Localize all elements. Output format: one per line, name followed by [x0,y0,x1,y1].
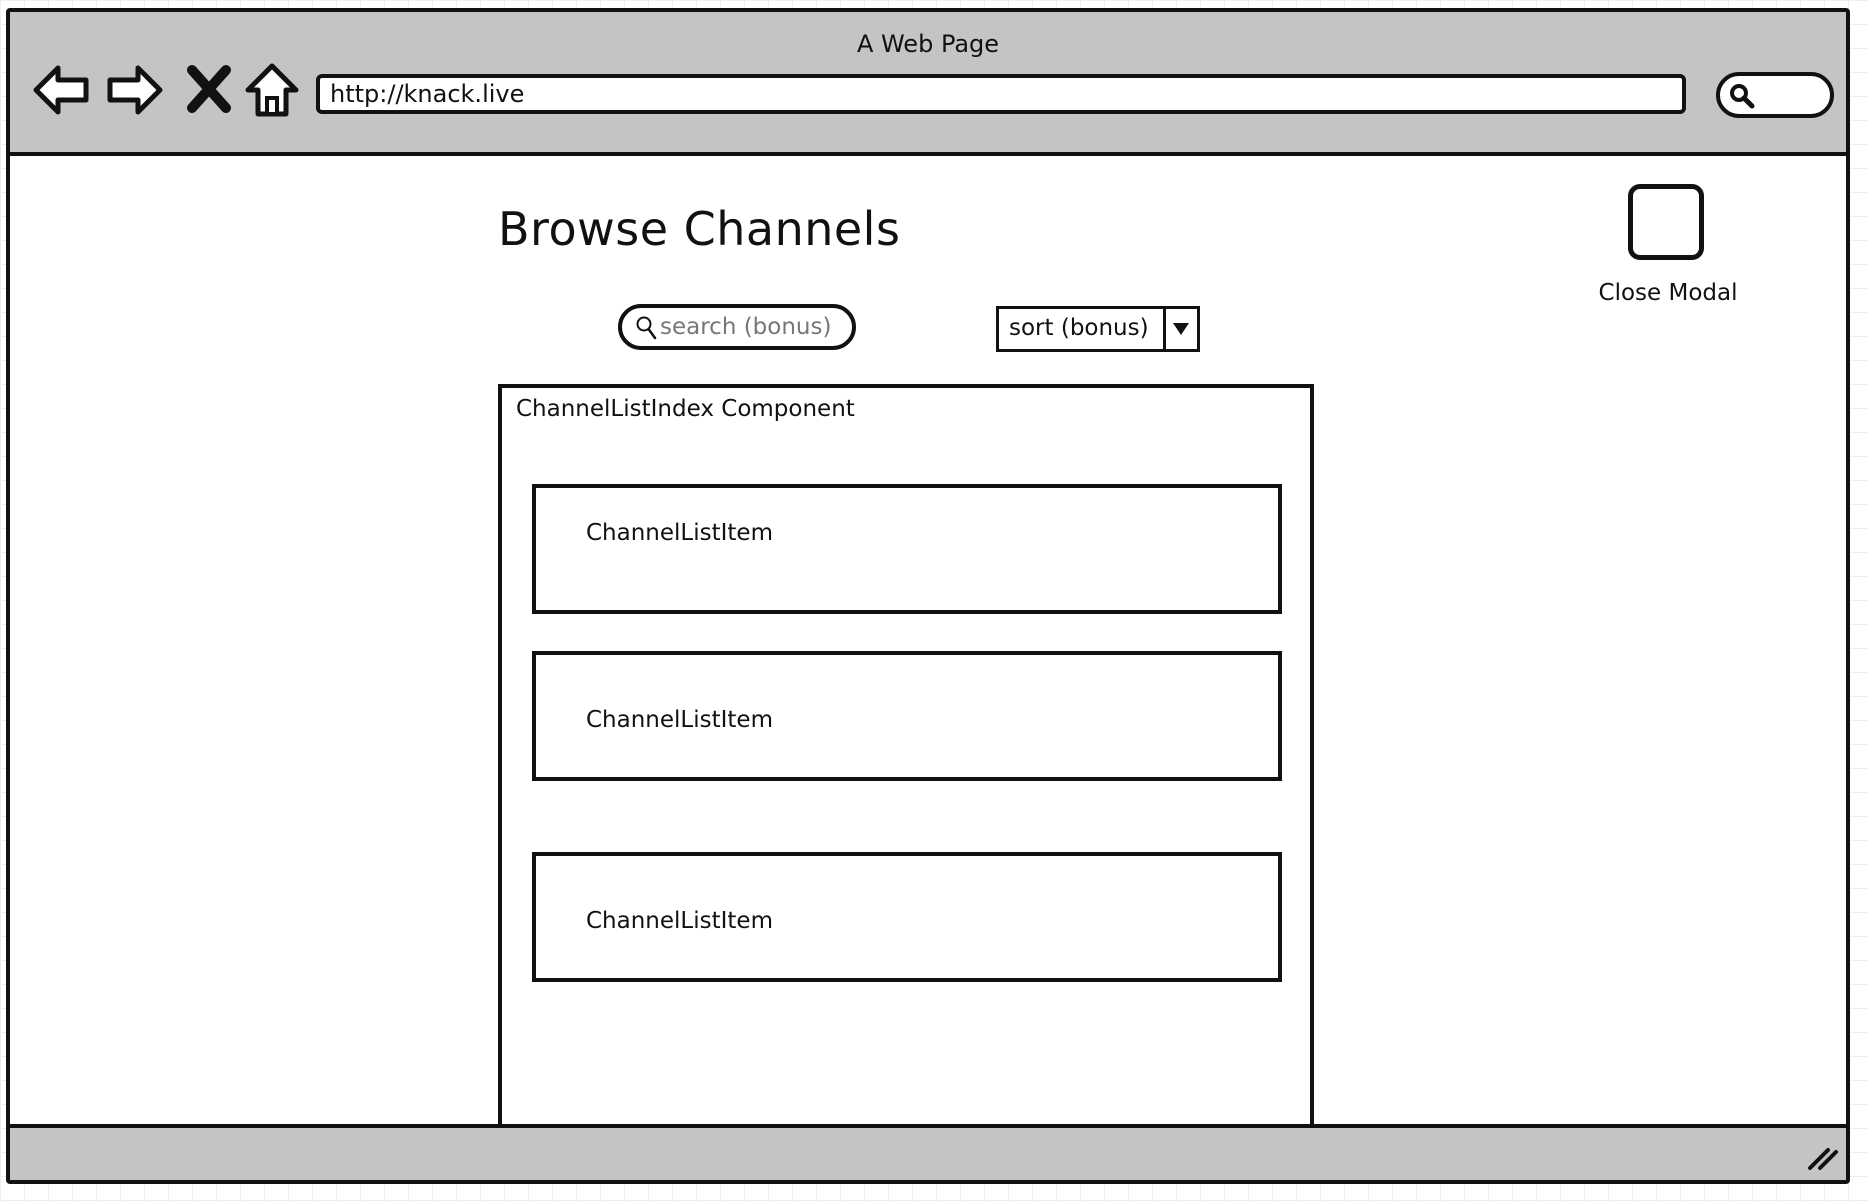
resize-grip-icon[interactable] [1806,1142,1840,1172]
home-icon[interactable] [242,60,302,120]
channel-list-item[interactable]: ChannelListItem [532,484,1282,614]
close-x-icon[interactable] [180,60,240,120]
search-icon [636,316,657,340]
sort-dropdown-label: sort (bonus) [1009,315,1149,341]
forward-arrow-icon[interactable] [104,60,164,120]
browser-titlebar: A Web Page http://knack.live [10,12,1846,156]
channel-list-item-label: ChannelListItem [586,707,773,733]
page-title: Browse Channels [498,202,901,256]
channel-search-field[interactable] [618,304,856,350]
channel-list-item-label: ChannelListItem [586,520,773,546]
browser-window: A Web Page http://knack.live Browse Chan… [6,8,1850,1184]
browser-search-button[interactable] [1716,72,1834,118]
channel-list-title: ChannelListIndex Component [516,396,855,422]
close-modal-label[interactable]: Close Modal [1570,280,1766,306]
channel-list-item-label: ChannelListItem [586,908,773,934]
close-modal-button[interactable] [1628,184,1704,260]
channel-list-item[interactable]: ChannelListItem [532,651,1282,781]
back-arrow-icon[interactable] [32,60,92,120]
window-title: A Web Page [856,30,1000,58]
search-icon [1730,84,1755,109]
sort-dropdown-toggle[interactable] [1163,309,1197,349]
browser-statusbar [10,1124,1846,1180]
channel-list-index: ChannelListIndex Component ChannelListIt… [498,384,1314,1138]
search-input[interactable] [660,310,848,344]
channel-list-item[interactable]: ChannelListItem [532,852,1282,982]
chevron-down-icon [1173,323,1189,335]
url-bar[interactable]: http://knack.live [316,74,1686,114]
sort-dropdown[interactable]: sort (bonus) [996,306,1200,352]
